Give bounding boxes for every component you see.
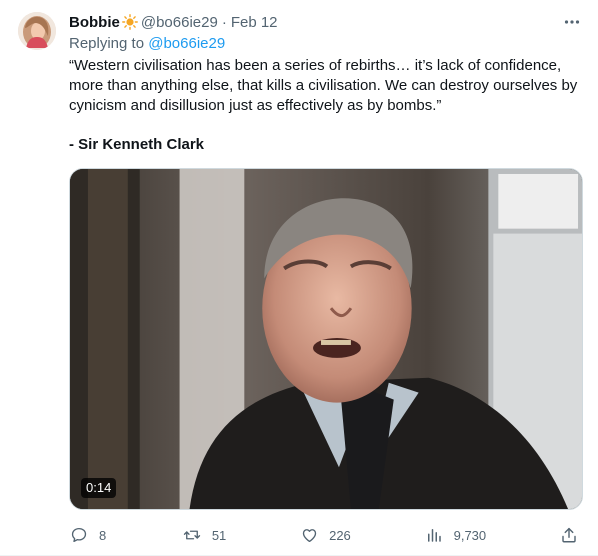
author-display-name[interactable]: Bobbie [69,14,120,31]
tweet-text: “Western civilisation has been a series … [69,56,585,116]
analytics-icon [424,525,444,545]
avatar[interactable] [18,12,56,50]
sun-icon [121,14,138,30]
views-button[interactable]: 9,730 [424,525,487,545]
video-duration-badge: 0:14 [81,478,117,498]
header-separator: · [221,13,227,31]
share-button[interactable] [559,525,579,545]
like-count: 226 [329,527,351,543]
view-count: 9,730 [453,527,487,543]
video-player[interactable]: 0:14 [69,168,583,510]
tweet-header: Bobbie @bo66ie29 · Feb 12 [69,12,584,32]
heart-icon [299,525,319,545]
reply-count: 8 [99,527,107,543]
tweet-date[interactable]: Feb 12 [231,14,278,31]
retweet-icon [182,525,202,545]
reply-icon [69,525,89,545]
share-icon [559,525,579,545]
replying-to-label: Replying to [69,35,145,52]
reply-button[interactable]: 8 [69,525,109,545]
retweet-button[interactable]: 51 [182,525,226,545]
tweet-quote: “Western civilisation has been a series … [69,57,578,114]
video-thumbnail [70,169,582,509]
replying-to-handle[interactable]: @bo66ie29 [148,35,225,52]
tweet[interactable]: Bobbie @bo66ie29 · Feb 12 Replying to @b… [0,0,598,556]
like-button[interactable]: 226 [299,525,351,545]
avatar-image [18,12,56,50]
tweet-attribution: - Sir Kenneth Clark [69,136,205,153]
tweet-actions: 8 51 226 9,730 [69,520,583,550]
retweet-count: 51 [211,527,227,543]
author-handle[interactable]: @bo66ie29 [141,14,218,31]
more-options-icon[interactable] [560,10,584,34]
replying-to: Replying to @bo66ie29 [69,35,225,52]
